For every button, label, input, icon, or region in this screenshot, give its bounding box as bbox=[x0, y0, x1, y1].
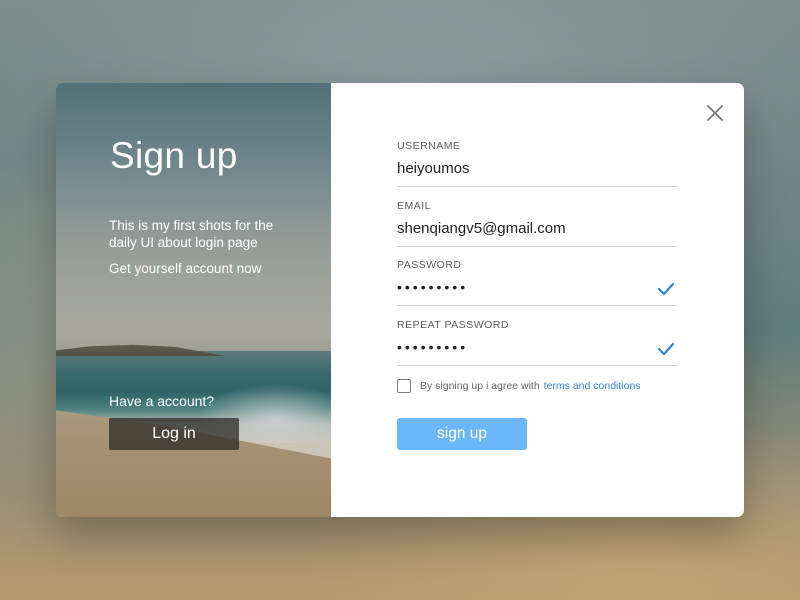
hero-subtitle: Get yourself account now bbox=[109, 261, 262, 276]
signup-form-panel: USERNAME heiyoumos EMAIL shenqiangv5@gma… bbox=[331, 83, 744, 517]
signup-button[interactable]: sign up bbox=[397, 418, 527, 450]
repeat-password-field: REPEAT PASSWORD ••••••••• bbox=[397, 319, 677, 366]
password-input[interactable]: ••••••••• bbox=[397, 279, 677, 306]
login-button[interactable]: Log in bbox=[109, 418, 239, 450]
repeat-password-mask: ••••••••• bbox=[397, 339, 469, 355]
username-input[interactable]: heiyoumos bbox=[397, 160, 677, 187]
check-icon bbox=[657, 342, 675, 356]
agree-text: By signing up i agree with bbox=[420, 380, 540, 392]
check-icon bbox=[657, 282, 675, 296]
password-label: PASSWORD bbox=[397, 259, 462, 271]
page-title: Sign up bbox=[110, 135, 238, 176]
close-icon[interactable] bbox=[706, 104, 724, 122]
repeat-password-label: REPEAT PASSWORD bbox=[397, 319, 509, 331]
signup-hero-panel: Sign up This is my first shots for the d… bbox=[56, 83, 356, 517]
hero-description: This is my first shots for the daily UI … bbox=[109, 218, 274, 250]
terms-checkbox[interactable] bbox=[397, 379, 411, 393]
password-mask: ••••••••• bbox=[397, 279, 469, 295]
terms-link[interactable]: terms and conditions bbox=[544, 380, 641, 392]
repeat-password-input[interactable]: ••••••••• bbox=[397, 339, 677, 366]
signup-modal: Sign up This is my first shots for the d… bbox=[56, 83, 744, 517]
email-label: EMAIL bbox=[397, 200, 432, 212]
username-label: USERNAME bbox=[397, 140, 461, 152]
password-field: PASSWORD ••••••••• bbox=[397, 259, 677, 306]
email-input[interactable]: shenqiangv5@gmail.com bbox=[397, 220, 677, 247]
email-field: EMAIL shenqiangv5@gmail.com bbox=[397, 200, 677, 247]
have-account-text: Have a account? bbox=[109, 393, 215, 409]
terms-agreement: By signing up i agree with terms and con… bbox=[397, 379, 641, 393]
username-field: USERNAME heiyoumos bbox=[397, 140, 677, 187]
